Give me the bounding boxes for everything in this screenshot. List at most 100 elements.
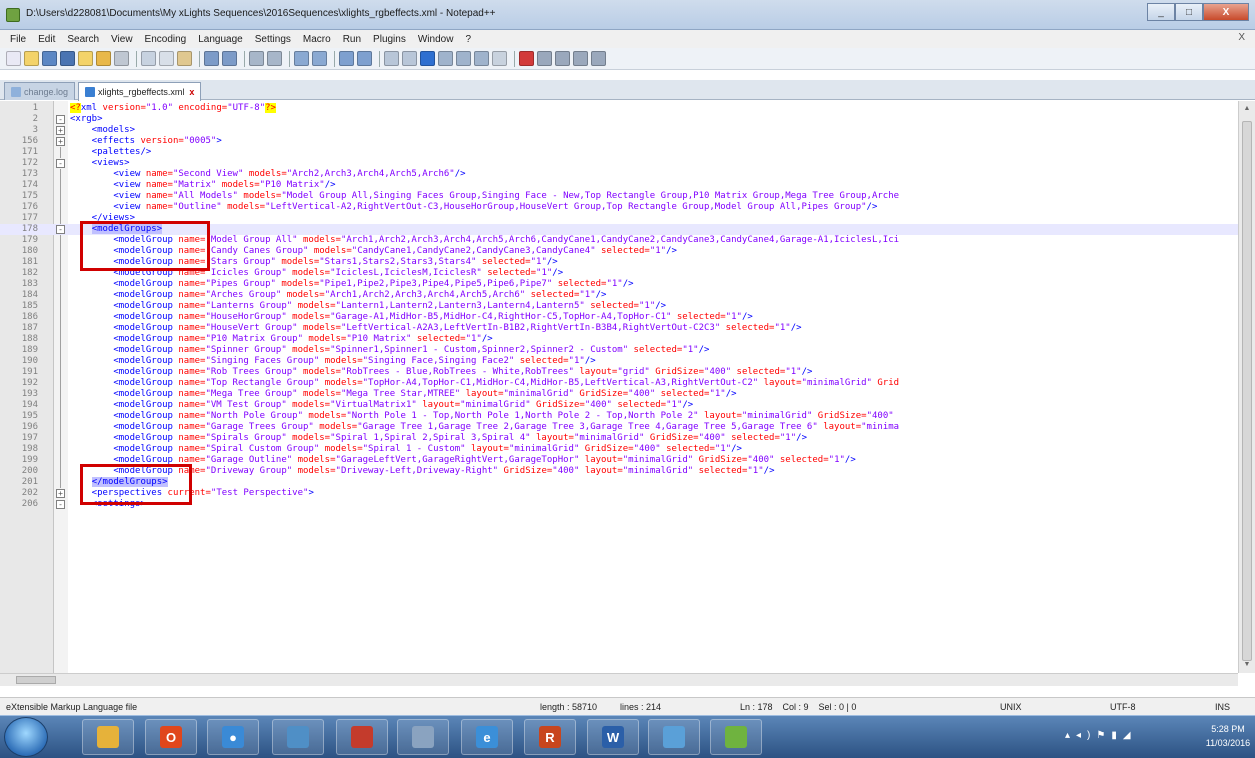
save-macro-icon[interactable] [591, 51, 606, 66]
menu-settings[interactable]: Settings [249, 34, 297, 45]
signal-icon[interactable]: ◢ [1123, 730, 1137, 741]
redo-icon[interactable] [222, 51, 237, 66]
print-icon[interactable] [114, 51, 129, 66]
volume-icon[interactable]: ◂) [1076, 730, 1096, 741]
undo-icon[interactable] [204, 51, 219, 66]
menu-window[interactable]: Window [412, 34, 460, 45]
close-file-icon[interactable] [78, 51, 93, 66]
horizontal-scrollbar[interactable] [0, 673, 1238, 686]
doc-map-icon[interactable] [438, 51, 453, 66]
code-text: <modelGroup name="North Pole Group" mode… [70, 411, 894, 421]
fold-collapse-icon[interactable]: - [56, 115, 65, 124]
menu-view[interactable]: View [105, 34, 139, 45]
menu-help[interactable]: ? [459, 34, 477, 45]
vertical-scrollbar[interactable]: ▲ ▼ [1238, 101, 1255, 673]
taskbar-app-button[interactable]: R [524, 719, 576, 755]
function-list-icon[interactable] [456, 51, 471, 66]
fold-collapse-icon[interactable]: - [56, 159, 65, 168]
line-number: 173 [21, 169, 38, 179]
zoom-out-icon[interactable] [312, 51, 327, 66]
replace-icon[interactable] [267, 51, 282, 66]
menu-file[interactable]: File [4, 34, 32, 45]
code-text: <modelGroup name="HouseVert Group" model… [70, 323, 802, 333]
scroll-up-icon[interactable]: ▲ [1241, 103, 1253, 115]
sync-horizontal-icon[interactable] [357, 51, 372, 66]
line-number: 179 [21, 235, 38, 245]
stop-recording-icon[interactable] [537, 51, 552, 66]
tab-xlights-rgbeffects[interactable]: xlights_rgbeffects.xml x [78, 82, 202, 101]
chrome-icon: ● [222, 726, 244, 748]
code-text: <modelGroup name="Rob Trees Group" model… [70, 367, 813, 377]
taskbar-app-button[interactable] [272, 719, 324, 755]
taskbar-app-button[interactable]: ● [207, 719, 259, 755]
code-line: 1 <?xml version="1.0" encoding="UTF-8"?> [0, 103, 1238, 114]
sync-vertical-icon[interactable] [339, 51, 354, 66]
clock[interactable]: 5:28 PM 11/03/2016 [1205, 722, 1251, 750]
tab-change-log[interactable]: change.log [4, 82, 76, 100]
taskbar-app-button[interactable]: e [461, 719, 513, 755]
line-number: 156 [21, 136, 38, 146]
menu-run[interactable]: Run [337, 34, 367, 45]
code-text: <xrgb> [70, 114, 103, 124]
close-document-icon[interactable]: X [1238, 32, 1245, 43]
highlight-box-modelgroups-open [80, 221, 210, 271]
tray-arrow-icon[interactable]: ▴ [1065, 730, 1076, 741]
scroll-thumb[interactable] [16, 676, 56, 684]
close-tab-icon[interactable]: x [189, 87, 194, 97]
show-all-characters-icon[interactable] [402, 51, 417, 66]
run-macro-multiple-icon[interactable] [573, 51, 588, 66]
menu-edit[interactable]: Edit [32, 34, 61, 45]
fold-expand-icon[interactable]: + [56, 489, 65, 498]
record-macro-icon[interactable] [519, 51, 534, 66]
word-wrap-icon[interactable] [384, 51, 399, 66]
fold-expand-icon[interactable]: + [56, 126, 65, 135]
scroll-thumb[interactable] [1242, 121, 1252, 661]
open-file-icon[interactable] [24, 51, 39, 66]
menu-search[interactable]: Search [61, 34, 105, 45]
taskbar-app-button[interactable] [648, 719, 700, 755]
menu-language[interactable]: Language [192, 34, 249, 45]
flag-icon[interactable]: ⚑ [1096, 730, 1111, 741]
cut-icon[interactable] [141, 51, 156, 66]
close-button[interactable]: X [1203, 3, 1249, 21]
menu-macro[interactable]: Macro [297, 34, 337, 45]
find-icon[interactable] [249, 51, 264, 66]
code-line: 176 <view name="Outline" models="LeftVer… [0, 202, 1238, 213]
taskbar-app-button[interactable] [82, 719, 134, 755]
scroll-down-icon[interactable]: ▼ [1241, 659, 1253, 671]
taskbar-app-button[interactable]: O [145, 719, 197, 755]
new-file-icon[interactable] [6, 51, 21, 66]
close-all-icon[interactable] [96, 51, 111, 66]
start-button[interactable] [4, 717, 48, 757]
network-tray-icon[interactable]: ▮ [1111, 730, 1123, 741]
save-icon[interactable] [42, 51, 57, 66]
minimize-button[interactable]: _ [1147, 3, 1175, 21]
taskbar-app-button[interactable] [710, 719, 762, 755]
code-text: <modelGroup name="Spirals Group" models=… [70, 433, 807, 443]
fold-collapse-icon[interactable]: - [56, 500, 65, 509]
menu-encoding[interactable]: Encoding [139, 34, 193, 45]
zoom-in-icon[interactable] [294, 51, 309, 66]
maximize-button[interactable]: □ [1175, 3, 1203, 21]
code-text: <modelGroup name="HouseHorGroup" models=… [70, 312, 753, 322]
save-all-icon[interactable] [60, 51, 75, 66]
taskbar-app-button[interactable]: W [587, 719, 639, 755]
folder-as-workspace-icon[interactable] [474, 51, 489, 66]
code-line: 198 <modelGroup name="Spiral Custom Grou… [0, 444, 1238, 455]
tab-label: change.log [24, 86, 69, 97]
monitoring-icon[interactable] [492, 51, 507, 66]
fold-expand-icon[interactable]: + [56, 137, 65, 146]
playback-icon[interactable] [555, 51, 570, 66]
code-text: <modelGroup name="Pipes Group" models="P… [70, 279, 634, 289]
code-text: <modelGroup name="Spiral Custom Group" m… [70, 444, 742, 454]
window-title: D:\Users\d228081\Documents\My xLights Se… [26, 8, 496, 19]
copy-icon[interactable] [159, 51, 174, 66]
fold-collapse-icon[interactable]: - [56, 225, 65, 234]
taskbar-app-button[interactable] [397, 719, 449, 755]
paste-icon[interactable] [177, 51, 192, 66]
code-editor[interactable]: 1 <?xml version="1.0" encoding="UTF-8"?> … [0, 101, 1255, 686]
taskbar-app-button[interactable] [336, 719, 388, 755]
indent-guide-icon[interactable] [420, 51, 435, 66]
line-number: 201 [21, 477, 38, 487]
menu-plugins[interactable]: Plugins [367, 34, 412, 45]
